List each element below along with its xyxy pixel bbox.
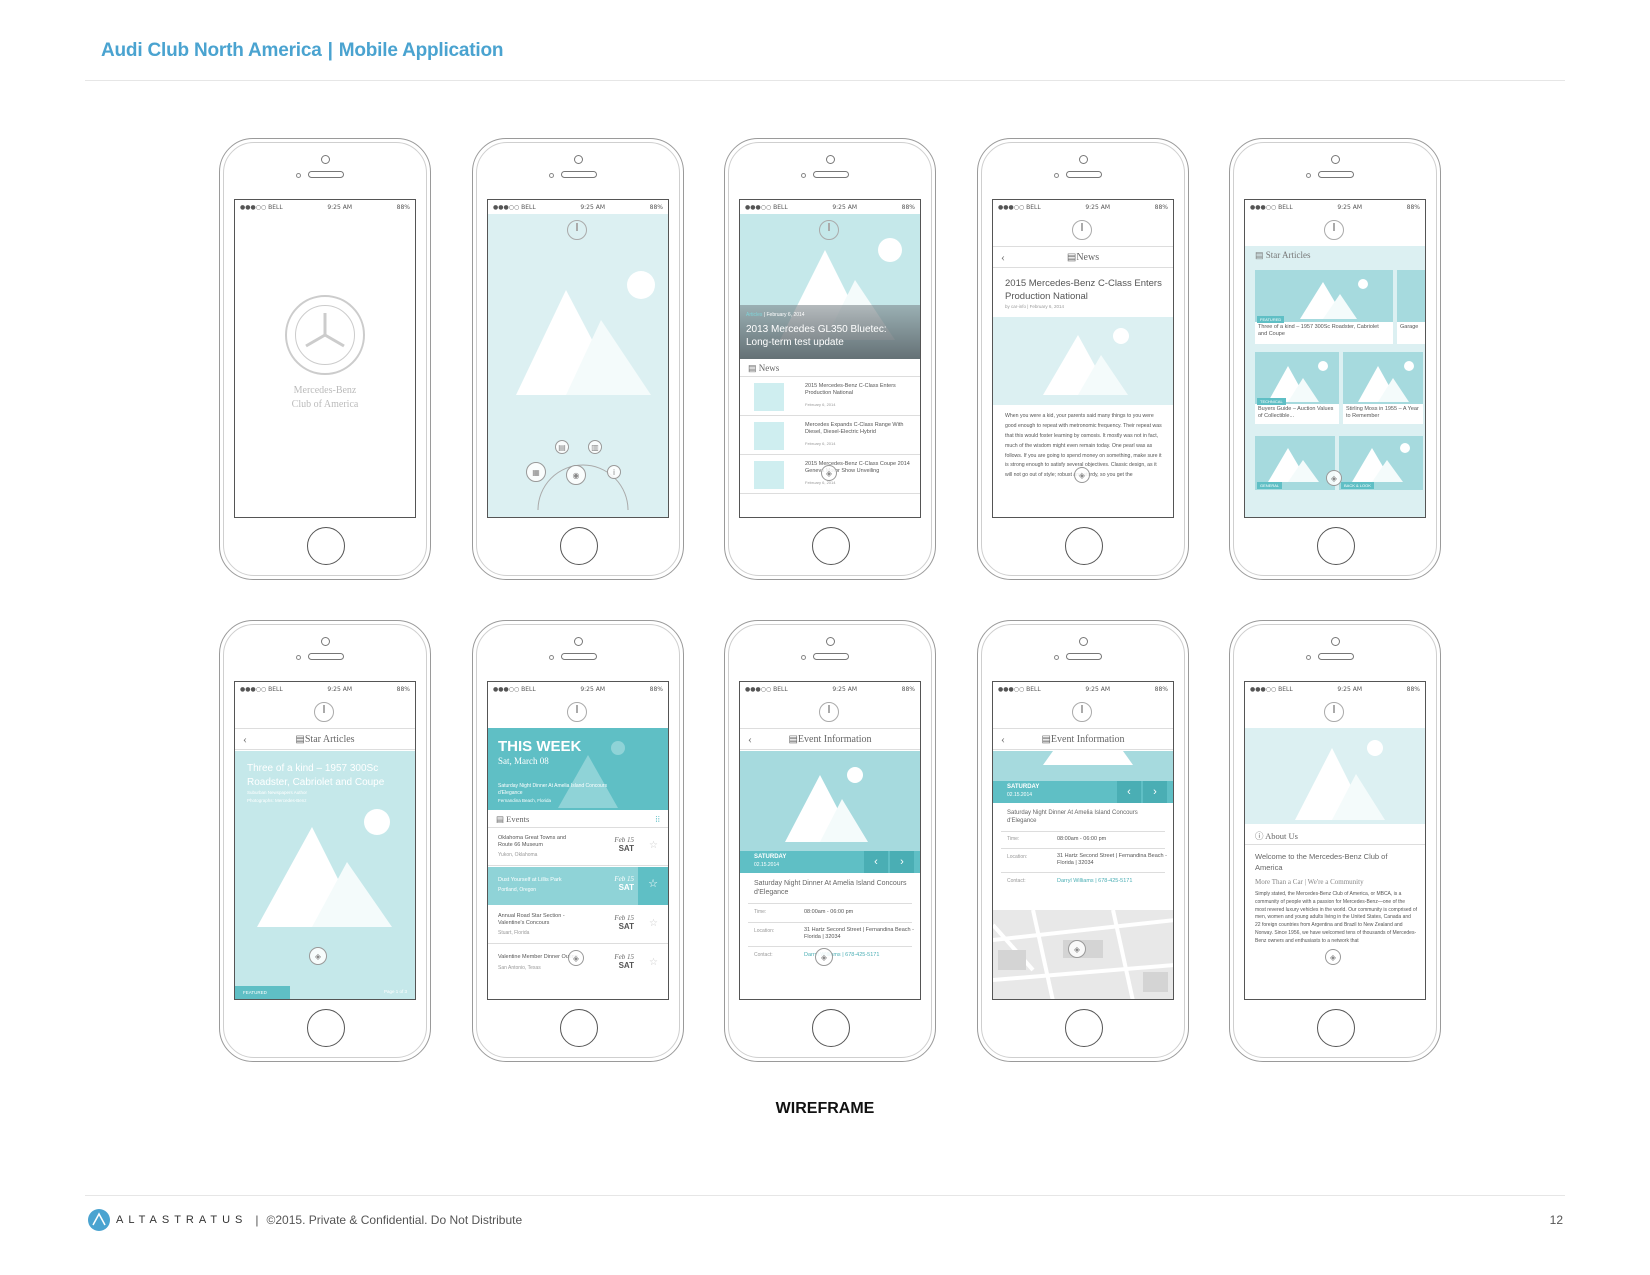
home-button[interactable] (307, 1009, 345, 1047)
article-card[interactable]: FEATURED Three of a kind – 1957 300Sc Ro… (1255, 270, 1393, 344)
next-button[interactable]: › (890, 851, 914, 873)
page-number: 12 (1549, 1213, 1563, 1227)
page-header: Audi Club North America | Mobile Applicati… (101, 40, 504, 62)
banner-date: Sat, March 08 (498, 756, 549, 766)
nav-bar: ‹ ▤ Event Information (740, 728, 920, 750)
phone-article: ●●●○○ BELL 9:25 AM 88% ‹ ▤ News 2015 Merced… (977, 138, 1189, 580)
phone-event-info: ●●●○○ BELL 9:25 AM 88% ‹ ▤ Event Informatio… (724, 620, 936, 1062)
news-section: ▤ News (740, 359, 920, 377)
home-button[interactable] (560, 1009, 598, 1047)
menu-fab-button[interactable]: ◈ (1325, 949, 1341, 965)
list-item[interactable]: Annual Road Star Section - Valentine's C… (488, 906, 668, 944)
nav-bar: ‹ ▤ News (993, 246, 1173, 268)
events-section: ▤ Events ⁞⁞ (488, 810, 668, 828)
home-button[interactable] (1317, 1009, 1355, 1047)
status-bar: ●●●○○ BELL 9:25 AM 88% (240, 203, 410, 211)
altastratus-logo-icon (88, 1209, 110, 1231)
menu-fab-button[interactable]: ◈ (1326, 470, 1342, 486)
mb-logo-icon (567, 702, 587, 722)
about-subtitle: More Than a Car | We're a Community (1255, 878, 1364, 886)
menu-fab-button[interactable]: ◈ (815, 948, 833, 966)
footer-rule (85, 1195, 1565, 1196)
article-card[interactable]: BACK & LOOK (1339, 436, 1423, 490)
about-section: ⓘ About Us (1245, 827, 1425, 845)
menu-fab-button[interactable]: ◈ (1074, 467, 1090, 483)
mb-logo-icon (567, 220, 587, 240)
back-icon[interactable]: ‹ (243, 732, 247, 747)
list-item[interactable]: 2015 Mercedes-Benz C-Class Enters Produc… (740, 378, 920, 416)
mountain-placeholder-icon (516, 271, 655, 395)
mb-logo-icon (314, 702, 334, 722)
phone-splash: ●●●○○ BELL 9:25 AM 88% Mercedes-Benz Club o… (219, 138, 431, 580)
phone-star-article-detail: ●●●○○ BELL 9:25 AM 88% ‹ ▤ Star Articles Th… (219, 620, 431, 1062)
star-icon[interactable]: ☆ (649, 840, 658, 851)
thumbnail (754, 383, 784, 411)
phone-events: ●●●○○ BELL 9:25 AM 88% THIS WEEK Sat, Marc… (472, 620, 684, 1062)
mb-logo-icon (819, 702, 839, 722)
article-card[interactable]: TECHNICAL Buyers Guide – Auction Values … (1255, 352, 1339, 424)
article-title: 2015 Mercedes-Benz C-Class Enters Produc… (1005, 278, 1162, 302)
article-card[interactable]: Stirling Moss in 1955 – A Year to Rememb… (1343, 352, 1423, 424)
back-icon[interactable]: ‹ (748, 732, 752, 747)
home-button[interactable] (812, 1009, 850, 1047)
calendar-icon[interactable]: ▦ (526, 462, 546, 482)
page-indicator: Page 1 of 3 (383, 989, 407, 994)
menu-fab-button[interactable]: ◈ (568, 950, 584, 966)
prev-button[interactable]: ‹ (864, 851, 888, 873)
phone-news: ●●●○○ BELL 9:25 AM 88% Articles | February… (724, 138, 936, 580)
article-card[interactable]: Garage (1397, 270, 1425, 344)
mb-logo-icon (1072, 702, 1092, 722)
caption: WIREFRAME (775, 1100, 875, 1117)
next-button[interactable]: › (1143, 781, 1167, 803)
back-icon[interactable]: ‹ (1001, 250, 1005, 265)
nav-bar: ‹ ▤ Event Information (993, 728, 1173, 750)
center-menu-button[interactable]: ◉ (566, 465, 586, 485)
back-icon[interactable]: ‹ (1001, 732, 1005, 747)
article-title: Three of a kind – 1957 300Sc Roadster, C… (247, 763, 385, 788)
info-icon[interactable]: i (607, 465, 621, 479)
section-title: ▤ Star Articles (1255, 250, 1311, 260)
menu-fab-button[interactable]: ◈ (1068, 940, 1086, 958)
hero-title[interactable]: 2013 Mercedes GL350 Bluetec: Long-term t… (746, 324, 911, 349)
phone-home-menu: ●●●○○ BELL 9:25 AM 88% ▦ ▤ ▥ ◉ i (472, 138, 684, 580)
header-divider: | (327, 40, 333, 61)
menu-fab-button[interactable]: ◈ (309, 947, 327, 965)
about-title: Welcome to the Mercedes-Benz Club of Ame… (1255, 852, 1388, 872)
category-tag: FEATURED (235, 986, 290, 999)
mb-logo-icon (1324, 702, 1344, 722)
doc-icon[interactable]: ▥ (588, 440, 602, 454)
header-rule (85, 80, 1565, 81)
nav-bar: ‹ ▤ Star Articles (235, 728, 415, 750)
star-icon[interactable]: ☆ (649, 918, 658, 929)
menu-fab-button[interactable]: ◈ (821, 465, 837, 481)
banner-title: THIS WEEK (498, 738, 582, 755)
footer-brand: ALTASTRATUS (116, 1214, 248, 1226)
header-title: Audi Club North America (101, 40, 322, 61)
prev-button[interactable]: ‹ (1117, 781, 1141, 803)
mb-logo-icon (1324, 220, 1344, 240)
list-item[interactable]: Dust Yourself at Lillis Park Portland, O… (488, 867, 668, 905)
list-item[interactable]: Mercedes Expands C-Class Range With Dies… (740, 417, 920, 455)
star-icon[interactable]: ☆ (649, 957, 658, 968)
home-button[interactable] (812, 527, 850, 565)
header-subtitle: Mobile Application (338, 40, 504, 61)
news-icon[interactable]: ▤ (555, 440, 569, 454)
club-name: Mercedes-Benz Club of America (291, 385, 359, 410)
club-logo (285, 295, 365, 375)
phone-about-us: ●●●○○ BELL 9:25 AM 88% ⓘ About Us Welcome … (1229, 620, 1441, 1062)
home-button[interactable] (307, 527, 345, 565)
mb-logo-icon (1072, 220, 1092, 240)
footer-notice: ©2015. Private & Confidential. Do Not Di… (266, 1213, 523, 1227)
article-card[interactable]: GENERAL (1255, 436, 1335, 490)
phone-event-map: ●●●○○ BELL 9:25 AM 88% ‹ ▤ Event Informatio… (977, 620, 1189, 1062)
footer: ALTASTRATUS | ©2015. Private & Confident… (88, 1208, 522, 1232)
star-icon[interactable]: ☆ (638, 867, 668, 905)
home-button[interactable] (1065, 527, 1103, 565)
home-button[interactable] (1065, 1009, 1103, 1047)
home-button[interactable] (560, 527, 598, 565)
home-button[interactable] (1317, 527, 1355, 565)
list-item[interactable]: Oklahoma Great Towns and Route 66 Museum… (488, 828, 668, 866)
phone-star-articles: ●●●○○ BELL 9:25 AM 88% ▤ Star Articles FEA… (1229, 138, 1441, 580)
